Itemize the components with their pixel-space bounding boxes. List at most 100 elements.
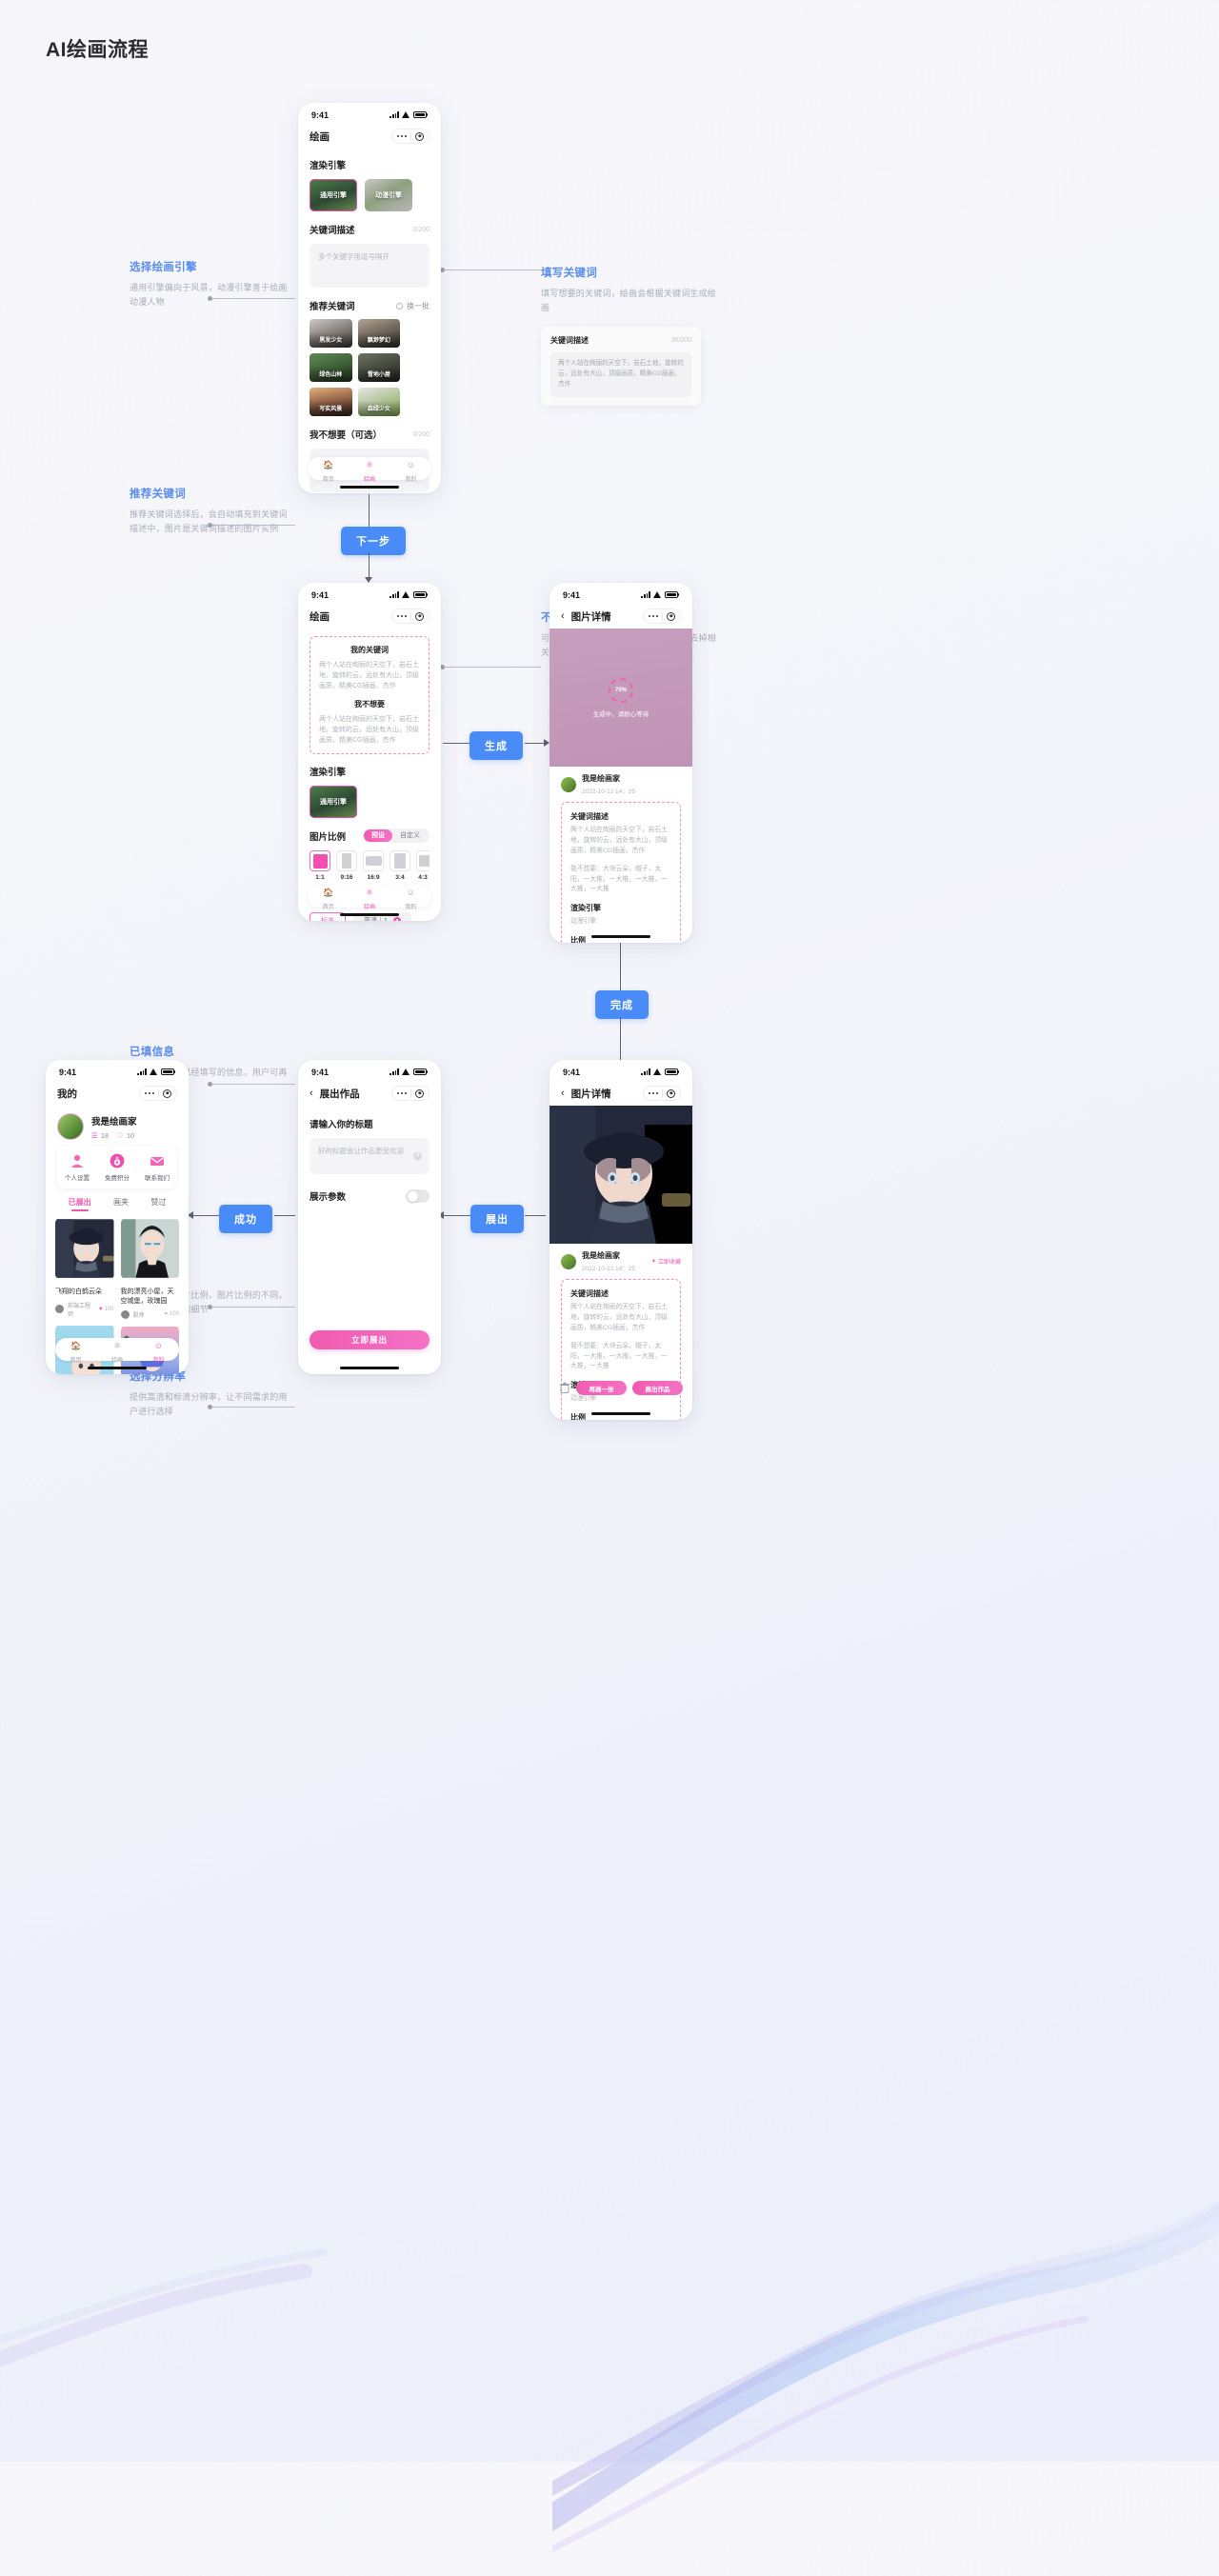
ratio-option-16-9[interactable]: 16:9	[363, 850, 384, 881]
tab-home[interactable]: 🏠 首页	[308, 883, 349, 910]
clear-icon[interactable]: ✕	[413, 1151, 422, 1161]
quick-action-settings[interactable]: 个人设置	[57, 1153, 97, 1182]
home-icon: 🏠	[323, 459, 334, 469]
tab-label: 首页	[70, 1357, 82, 1364]
tab-mine[interactable]: ☺ 我的	[138, 1336, 179, 1364]
refresh-label: 换一批	[407, 301, 430, 310]
flow-line	[369, 552, 370, 579]
more-icon[interactable]	[397, 1091, 407, 1095]
step-pill-success[interactable]: 成功	[219, 1205, 272, 1233]
status-icons	[641, 1068, 679, 1075]
back-icon[interactable]: ‹	[561, 1088, 565, 1099]
tab-home[interactable]: 🏠 首页	[55, 1336, 96, 1364]
show-params-toggle[interactable]	[406, 1189, 430, 1203]
quick-action-contact[interactable]: 联系我们	[137, 1153, 177, 1182]
mini-program-capsule[interactable]	[643, 609, 681, 624]
exhibit-work-button[interactable]: 展出作品	[632, 1381, 683, 1395]
home-indicator	[340, 1367, 399, 1369]
mini-program-capsule[interactable]	[391, 129, 430, 144]
tab-mine[interactable]: ☺ 我的	[390, 455, 431, 483]
more-icon[interactable]	[397, 134, 407, 138]
step-pill-complete[interactable]: 完成	[595, 990, 649, 1019]
step-pill-next[interactable]: 下一步	[341, 527, 406, 555]
close-circle-icon[interactable]	[415, 131, 424, 141]
annotation-title: 已填信息	[130, 1047, 175, 1058]
ratio-label-text: 9:16	[340, 874, 353, 882]
wifi-icon	[402, 111, 410, 118]
ratio-option-1-1[interactable]: 1:1	[310, 850, 330, 881]
author-row: 我是绘画家 2022-10-12 14：25 ✦ 立即收藏	[561, 1244, 681, 1279]
mini-program-capsule[interactable]	[643, 1086, 681, 1101]
connector-dot	[208, 1082, 212, 1087]
ratio-label-text: 16:9	[367, 874, 380, 882]
engine-card-anime[interactable]: 动漫引擎	[365, 179, 412, 211]
ratio-mode-custom[interactable]: 自定义	[392, 829, 428, 843]
quick-action-credits[interactable]: 免费积分	[97, 1153, 137, 1182]
close-circle-icon[interactable]	[415, 611, 424, 621]
exhibit-now-button[interactable]: 立即展出	[310, 1330, 430, 1349]
close-circle-icon[interactable]	[163, 1088, 171, 1098]
work-likes[interactable]: ♥ 100	[164, 1311, 179, 1317]
profile-tab-folder[interactable]: 画夹	[113, 1197, 129, 1211]
work-likes[interactable]: ♥ 100	[99, 1307, 114, 1312]
ratio-option-3-4[interactable]: 3:4	[390, 850, 410, 881]
ratio-mode-switch[interactable]: 预设 自定义	[362, 829, 430, 844]
annotation-keywords: 填写关键词 填写想要的关键词，绘画会根据关键词生成绘画	[541, 265, 722, 315]
mini-program-capsule[interactable]	[139, 1086, 177, 1101]
status-bar: 9:41	[298, 1060, 441, 1081]
work-author: 前端工程师	[68, 1303, 91, 1318]
refresh-icon	[396, 302, 403, 310]
back-icon[interactable]: ‹	[561, 610, 565, 622]
avatar[interactable]	[57, 1113, 84, 1140]
ratio-option-4-3[interactable]: 4:3	[416, 850, 430, 881]
work-card[interactable]: 飞翔的白鹤云朵 前端工程师 ♥ 100	[55, 1218, 114, 1318]
keyword-card[interactable]: 写实风景	[310, 388, 352, 416]
status-icons	[390, 591, 428, 598]
profile-tab-liked[interactable]: 赞过	[150, 1197, 166, 1211]
tab-home[interactable]: 🏠 首页	[308, 455, 349, 483]
ratio-mode-preset[interactable]: 预设	[364, 829, 392, 843]
wifi-icon	[150, 1068, 158, 1075]
mini-program-capsule[interactable]	[391, 1086, 430, 1101]
delete-icon[interactable]	[559, 1382, 570, 1394]
coin-icon	[110, 1153, 125, 1168]
more-icon[interactable]	[397, 614, 407, 618]
step-pill-exhibit[interactable]: 展出	[470, 1205, 524, 1233]
draw-again-button[interactable]: 再画一张	[576, 1381, 627, 1395]
status-time: 9:41	[311, 1067, 330, 1077]
profile-icon: ☺	[406, 887, 415, 897]
engine-card-general[interactable]: 通用引擎	[310, 179, 357, 211]
tab-draw[interactable]: ⚛ 绘画	[96, 1336, 137, 1364]
keyword-card[interactable]: 雪地小屋	[357, 353, 401, 382]
tab-draw[interactable]: ⚛ 绘画	[349, 883, 390, 910]
generation-preview: 70% 生成中，请耐心等待	[550, 629, 692, 767]
paint-icon: ⚛	[365, 459, 374, 469]
avatar	[561, 776, 576, 792]
likes-stat: ♡ 10	[117, 1131, 134, 1140]
keyword-card[interactable]: 森绿少女	[357, 388, 401, 416]
tab-mine[interactable]: ☺ 我的	[390, 883, 431, 910]
keyword-card[interactable]: 绿色山林	[310, 353, 352, 382]
tab-bar: 🏠 首页 ⚛ 绘画 ☺ 我的	[308, 455, 431, 483]
refresh-keywords-button[interactable]: 换一批	[396, 301, 430, 311]
mini-program-capsule[interactable]	[391, 609, 430, 624]
favorite-button[interactable]: ✦ 立即收藏	[651, 1257, 681, 1266]
keyword-card[interactable]: 飘渺梦幻	[357, 319, 401, 348]
keyword-card[interactable]: 黑发少女	[310, 319, 352, 348]
tab-draw[interactable]: ⚛ 绘画	[349, 455, 390, 483]
profile-tab-exhibited[interactable]: 已展出	[69, 1197, 91, 1211]
work-card[interactable]: 我的漂亮小屋，天空城堡，玫瑰园 厨师 ♥ 100	[120, 1218, 179, 1319]
more-icon[interactable]	[145, 1091, 154, 1095]
close-circle-icon[interactable]	[667, 611, 675, 621]
close-circle-icon[interactable]	[415, 1088, 424, 1098]
more-icon[interactable]	[649, 1091, 658, 1095]
ratio-option-9-16[interactable]: 9:16	[336, 850, 357, 881]
engine-label: 动漫引擎	[375, 192, 402, 199]
keyword-input[interactable]: 多个关键字用逗号隔开	[310, 244, 430, 288]
title-input[interactable]: 好的标题会让作品更受欢迎 ✕	[310, 1138, 430, 1174]
step-pill-generate[interactable]: 生成	[470, 731, 523, 760]
engine-card-general[interactable]: 通用引擎	[310, 786, 357, 819]
back-icon[interactable]: ‹	[310, 1088, 313, 1099]
more-icon[interactable]	[649, 614, 658, 618]
close-circle-icon[interactable]	[667, 1088, 675, 1098]
